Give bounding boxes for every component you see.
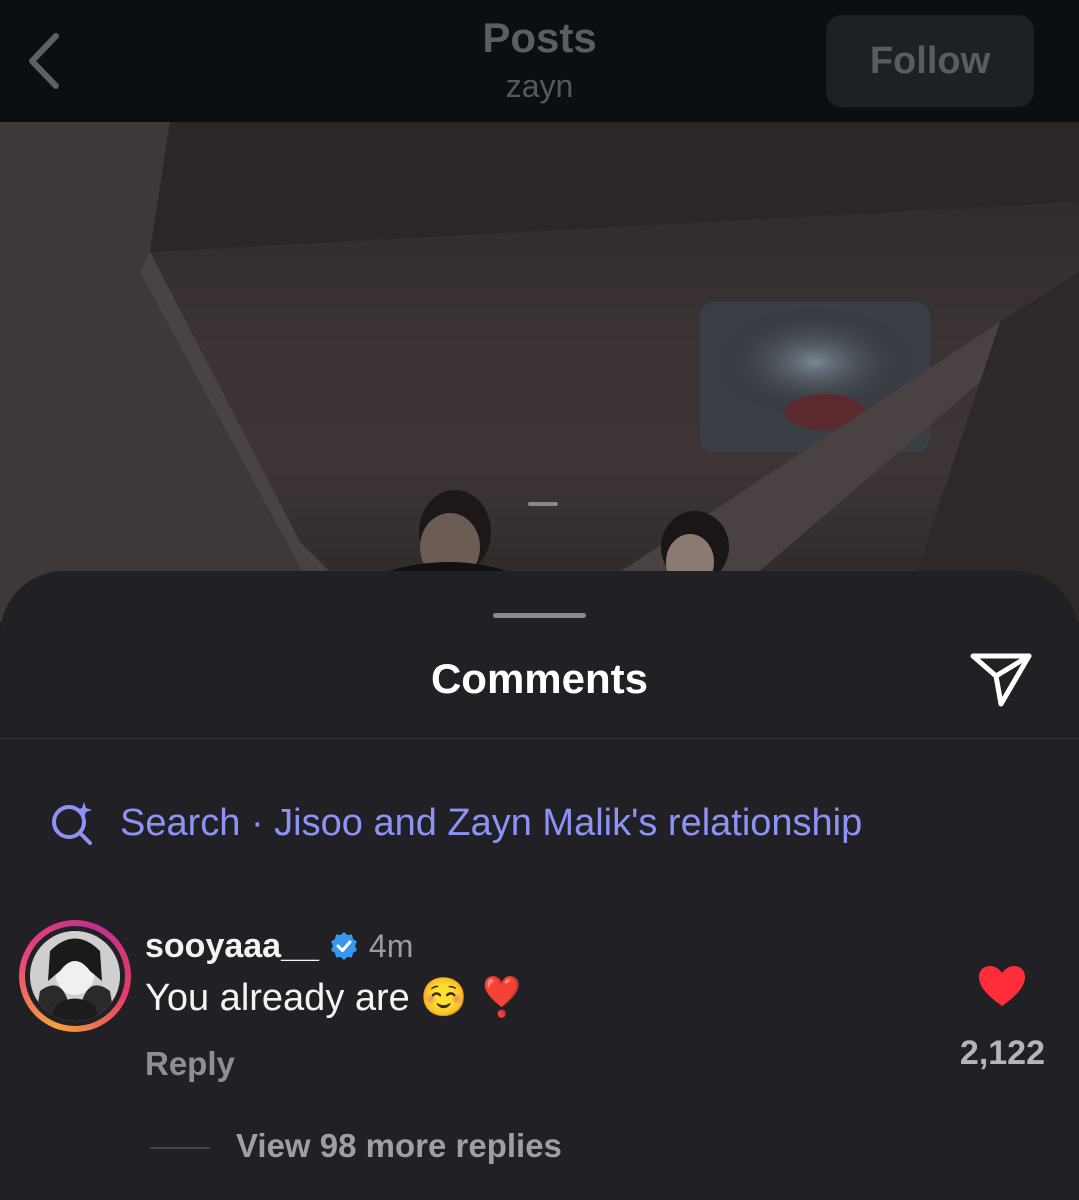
- comment-text: You already are ☺️ ❣️: [145, 977, 526, 1019]
- comments-sheet: Comments Search · Jisoo and Zayn Malik's…: [0, 571, 1079, 1200]
- heart-filled-icon: [979, 966, 1025, 1006]
- divider: [0, 738, 1079, 739]
- post-photo-image: [0, 122, 1079, 622]
- avatar-image: [30, 931, 120, 1021]
- comment-header: sooyaaa__ 4m: [145, 924, 413, 968]
- search-suggestion-text: Search · Jisoo and Zayn Malik's relation…: [120, 801, 863, 844]
- follow-button[interactable]: Follow: [826, 15, 1034, 107]
- post-photo: [0, 122, 1079, 622]
- view-more-replies-button[interactable]: View 98 more replies: [236, 1127, 562, 1165]
- comment-username[interactable]: sooyaaa__: [145, 927, 319, 966]
- ai-search-icon: [48, 799, 96, 847]
- reply-button[interactable]: Reply: [145, 1045, 235, 1083]
- send-icon: [970, 653, 1032, 707]
- verified-badge-icon: [329, 931, 359, 961]
- comment-timestamp: 4m: [368, 927, 414, 964]
- drag-handle[interactable]: [493, 613, 586, 618]
- top-bar: Posts zayn Follow: [0, 0, 1079, 122]
- avatar[interactable]: [19, 920, 131, 1032]
- like-count: 2,122: [959, 1034, 1045, 1072]
- search-suggestion[interactable]: Search · Jisoo and Zayn Malik's relation…: [48, 793, 862, 853]
- share-button[interactable]: [966, 648, 1036, 712]
- like-button[interactable]: [976, 963, 1028, 1009]
- comments-title: Comments: [430, 655, 649, 702]
- replies-divider-line: [150, 1147, 210, 1149]
